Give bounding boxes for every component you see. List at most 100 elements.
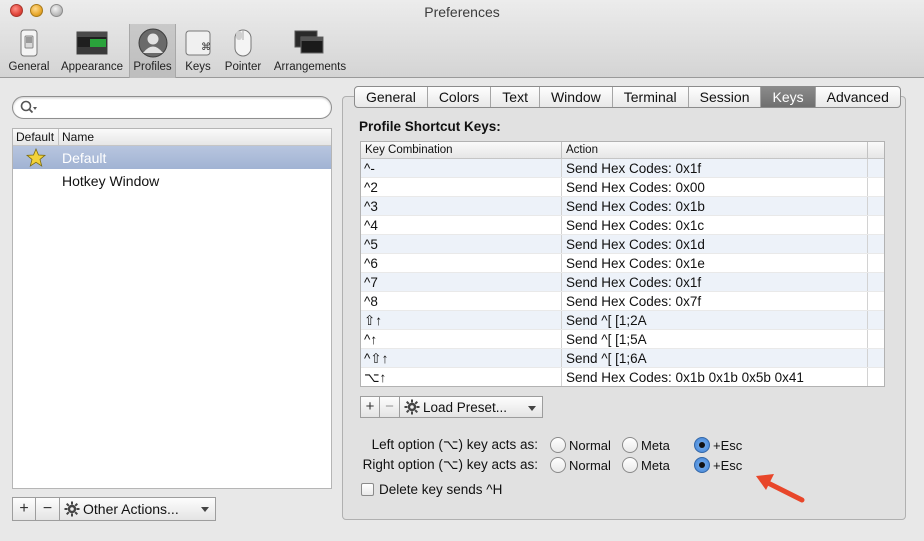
key-combination-cell: ^4 bbox=[361, 216, 562, 234]
command-key-icon: ⌘ bbox=[185, 30, 211, 56]
action-cell: Send Hex Codes: 0x1c bbox=[562, 216, 868, 234]
right-option-normal[interactable]: Normal bbox=[550, 457, 611, 473]
toolbar-general[interactable]: General bbox=[6, 24, 52, 78]
shortcut-table-body: ^- Send Hex Codes: 0x1f ^2 Send Hex Codes: … bbox=[361, 159, 884, 386]
action-cell: Send ^[ [1;2A bbox=[562, 311, 868, 329]
tab-window[interactable]: Window bbox=[540, 87, 613, 107]
gear-icon bbox=[404, 399, 420, 415]
key-combination-cell: ^2 bbox=[361, 178, 562, 196]
radio-label: Normal bbox=[569, 437, 611, 453]
remove-shortcut-button[interactable]: − bbox=[380, 396, 400, 418]
tab-general[interactable]: General bbox=[355, 87, 428, 107]
key-combination-cell: ^7 bbox=[361, 273, 562, 291]
svg-text:⌘: ⌘ bbox=[201, 42, 211, 53]
chevron-down-icon bbox=[528, 406, 536, 411]
shortcut-keys-table[interactable]: Key Combination Action ^- Send Hex Codes:… bbox=[360, 141, 885, 387]
load-preset-popup[interactable]: Load Preset... bbox=[400, 396, 543, 418]
table-row[interactable]: ^2 Send Hex Codes: 0x00 bbox=[361, 178, 884, 197]
switch-icon bbox=[20, 29, 38, 57]
windows-stack-icon bbox=[294, 30, 324, 54]
table-row[interactable]: ^8 Send Hex Codes: 0x7f bbox=[361, 292, 884, 311]
remove-profile-button[interactable]: − bbox=[36, 497, 60, 521]
key-combination-cell: ^3 bbox=[361, 197, 562, 215]
profile-tabs: General Colors Text Window Terminal Sess… bbox=[354, 86, 901, 108]
add-profile-button[interactable]: + bbox=[12, 497, 36, 521]
toolbar-label: Profiles bbox=[133, 61, 172, 73]
gear-icon bbox=[64, 501, 80, 517]
left-option-label: Left option (⌥) key acts as: bbox=[371, 437, 538, 452]
profile-name: Hotkey Window bbox=[62, 172, 160, 189]
title-bar: Preferences General Appearance Profiles … bbox=[0, 0, 924, 78]
action-cell: Send ^[ [1;6A bbox=[562, 349, 868, 367]
left-option-normal[interactable]: Normal bbox=[550, 437, 611, 453]
table-row[interactable]: ^5 Send Hex Codes: 0x1d bbox=[361, 235, 884, 254]
key-combination-cell: ^↑ bbox=[361, 330, 562, 348]
other-actions-label: Other Actions... bbox=[83, 501, 179, 517]
radio-button[interactable] bbox=[550, 457, 566, 473]
tab-keys[interactable]: Keys bbox=[761, 87, 816, 107]
toolbar-appearance[interactable]: Appearance bbox=[56, 24, 128, 78]
tab-advanced[interactable]: Advanced bbox=[816, 87, 900, 107]
add-shortcut-button[interactable]: + bbox=[360, 396, 380, 418]
tab-colors[interactable]: Colors bbox=[428, 87, 492, 107]
column-header-action[interactable]: Action bbox=[562, 142, 868, 158]
window-icon bbox=[76, 31, 108, 55]
column-header-key-combination[interactable]: Key Combination bbox=[361, 142, 562, 158]
key-combination-cell: ⇧↑ bbox=[361, 311, 562, 329]
table-row[interactable]: ⇧↑ Send ^[ [1;2A bbox=[361, 311, 884, 330]
table-row[interactable]: ^4 Send Hex Codes: 0x1c bbox=[361, 216, 884, 235]
arrow-annotation-icon bbox=[756, 474, 805, 503]
load-preset-label: Load Preset... bbox=[423, 399, 508, 415]
radio-button-selected[interactable] bbox=[694, 457, 710, 473]
right-option-esc[interactable]: +Esc bbox=[694, 457, 742, 473]
radio-label: +Esc bbox=[713, 437, 743, 453]
tab-text[interactable]: Text bbox=[491, 87, 540, 107]
radio-label: Meta bbox=[641, 437, 670, 453]
key-combination-cell: ^6 bbox=[361, 254, 562, 272]
table-row[interactable]: ^⇧↑ Send ^[ [1;6A bbox=[361, 349, 884, 368]
toolbar-profiles[interactable]: Profiles bbox=[129, 24, 176, 78]
star-icon bbox=[13, 148, 59, 167]
action-cell: Send Hex Codes: 0x00 bbox=[562, 178, 868, 196]
toolbar-pointer[interactable]: Pointer bbox=[220, 24, 266, 78]
table-row[interactable]: ^↑ Send ^[ [1;5A bbox=[361, 330, 884, 349]
tab-session[interactable]: Session bbox=[689, 87, 762, 107]
delete-key-sends-ctrl-h[interactable]: Delete key sends ^H bbox=[361, 482, 502, 497]
checkbox[interactable] bbox=[361, 483, 374, 496]
profile-name: Default bbox=[62, 149, 107, 166]
profile-row-hotkey-window[interactable]: Hotkey Window bbox=[13, 169, 331, 192]
profile-list[interactable]: Default Name Default Hotkey Window bbox=[12, 128, 332, 489]
left-option-row: Left option (⌥) key acts as: bbox=[360, 437, 540, 453]
table-row[interactable]: ^- Send Hex Codes: 0x1f bbox=[361, 159, 884, 178]
left-option-esc[interactable]: +Esc bbox=[694, 437, 742, 453]
key-combination-cell: ⌥↑ bbox=[361, 368, 562, 386]
left-option-meta[interactable]: Meta bbox=[622, 437, 670, 453]
radio-button-selected[interactable] bbox=[694, 437, 710, 453]
other-actions-popup[interactable]: Other Actions... bbox=[60, 497, 216, 521]
radio-label: Meta bbox=[641, 457, 670, 473]
profile-search-input[interactable] bbox=[12, 96, 332, 119]
column-header-default[interactable]: Default bbox=[13, 129, 59, 145]
table-row[interactable]: ^3 Send Hex Codes: 0x1b bbox=[361, 197, 884, 216]
shortcut-table-header: Key Combination Action bbox=[361, 142, 884, 159]
toolbar-keys[interactable]: ⌘ Keys bbox=[180, 24, 216, 78]
action-cell: Send Hex Codes: 0x1b 0x1b 0x5b 0x41 bbox=[562, 368, 868, 386]
table-row[interactable]: ⌥↑ Send Hex Codes: 0x1b 0x1b 0x5b 0x41 bbox=[361, 368, 884, 386]
column-header-name[interactable]: Name bbox=[59, 129, 94, 145]
tab-terminal[interactable]: Terminal bbox=[613, 87, 689, 107]
table-row[interactable]: ^7 Send Hex Codes: 0x1f bbox=[361, 273, 884, 292]
action-cell: Send Hex Codes: 0x1f bbox=[562, 159, 868, 177]
radio-button[interactable] bbox=[622, 437, 638, 453]
delete-key-label: Delete key sends ^H bbox=[379, 482, 503, 497]
right-option-meta[interactable]: Meta bbox=[622, 457, 670, 473]
action-cell: Send Hex Codes: 0x1d bbox=[562, 235, 868, 253]
profile-row-default[interactable]: Default bbox=[13, 146, 331, 169]
radio-button[interactable] bbox=[550, 437, 566, 453]
toolbar-arrangements[interactable]: Arrangements bbox=[270, 24, 350, 78]
search-icon bbox=[20, 100, 37, 114]
toolbar-label: Keys bbox=[185, 61, 211, 73]
radio-button[interactable] bbox=[622, 457, 638, 473]
table-row[interactable]: ^6 Send Hex Codes: 0x1e bbox=[361, 254, 884, 273]
action-cell: Send ^[ [1;5A bbox=[562, 330, 868, 348]
profile-shortcut-keys-title: Profile Shortcut Keys: bbox=[359, 119, 501, 134]
